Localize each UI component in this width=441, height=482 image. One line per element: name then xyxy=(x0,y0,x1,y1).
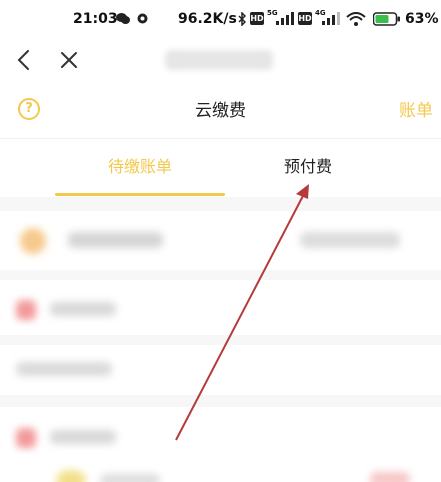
tab-pending-bills[interactable]: 待缴账单 xyxy=(108,153,172,177)
bills-link[interactable]: 账单 xyxy=(399,96,433,121)
blurred-page-title xyxy=(165,50,273,70)
row-separator xyxy=(0,335,441,345)
network-speed: 96.2K/s xyxy=(178,11,237,27)
battery-icon xyxy=(373,12,400,26)
row-separator xyxy=(0,270,441,280)
blurred-text xyxy=(100,474,160,482)
navigation-bar xyxy=(0,40,441,80)
blurred-text xyxy=(300,232,400,248)
blurred-text xyxy=(50,302,116,316)
blurred-text xyxy=(16,362,112,376)
close-icon[interactable] xyxy=(56,46,82,74)
tab-bar: 待缴账单 预付费 xyxy=(0,139,441,197)
section-separator xyxy=(0,197,441,211)
status-time: 21:03 xyxy=(73,11,118,27)
signal-bars-icon xyxy=(276,12,294,25)
wifi-icon xyxy=(346,12,366,26)
blurred-text xyxy=(68,232,163,248)
hd-badge-1: HD xyxy=(250,12,264,25)
chat-bubble-icon xyxy=(116,13,130,24)
active-tab-indicator xyxy=(55,193,225,196)
signal-bars-icon xyxy=(322,12,340,25)
row-separator xyxy=(0,395,441,407)
settings-gear-icon xyxy=(137,13,148,24)
page-title: 云缴费 xyxy=(195,101,246,121)
blurred-icon xyxy=(56,470,86,482)
hd-badge-2: HD xyxy=(298,12,312,25)
status-bar: 21:03 96.2K/s HD 5G HD 4G 63% xyxy=(0,0,441,40)
battery-percentage: 63% xyxy=(405,11,439,27)
bluetooth-icon xyxy=(238,12,246,26)
tab-prepaid[interactable]: 预付费 xyxy=(284,153,332,177)
app-header: ? 云缴费 账单 xyxy=(0,90,441,126)
blurred-text xyxy=(50,430,116,444)
blurred-avatar xyxy=(20,228,46,254)
blurred-icon xyxy=(16,300,36,320)
blurred-icon xyxy=(16,428,36,448)
back-arrow-icon[interactable] xyxy=(12,46,36,74)
blurred-badge xyxy=(370,472,410,482)
